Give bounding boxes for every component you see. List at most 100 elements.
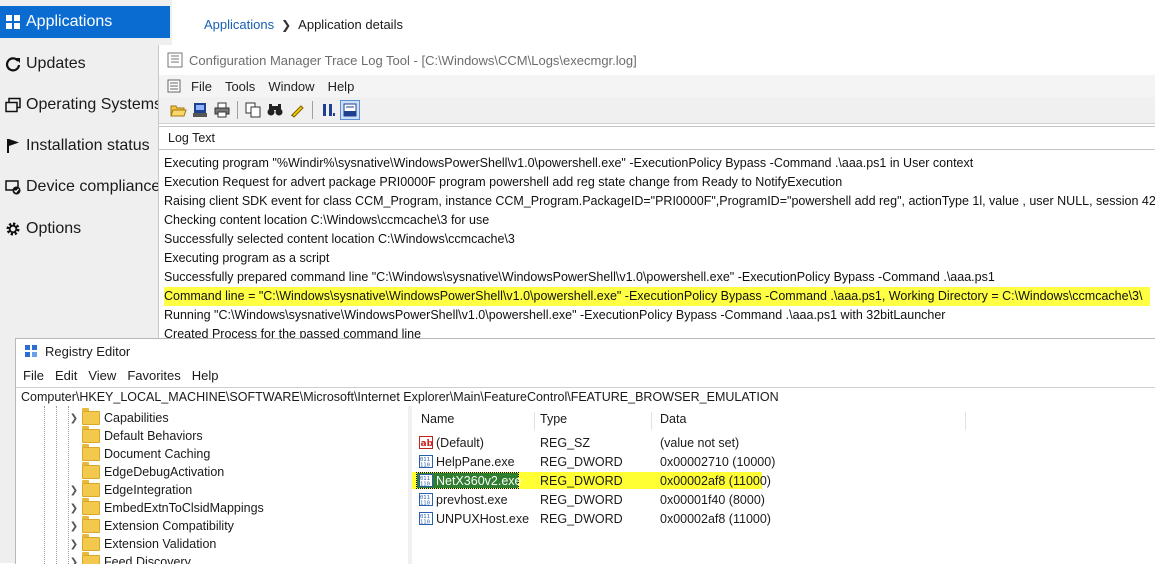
menu-edit[interactable]: Edit xyxy=(55,368,77,383)
cmtrace-menu-bar: File Tools Window Help xyxy=(159,75,1155,97)
chevron-right-icon[interactable]: ❯ xyxy=(68,503,80,514)
details-pane-icon[interactable] xyxy=(341,101,359,119)
print-preview-icon[interactable] xyxy=(191,101,209,119)
folder-icon xyxy=(82,501,100,515)
column-header-label: Log Text xyxy=(168,131,215,145)
tree-key-embedextntoclsidmappings[interactable]: ❯ EmbedExtnToClsidMappings xyxy=(68,499,264,517)
shield-check-icon xyxy=(5,179,21,195)
column-header-name[interactable]: Name xyxy=(421,412,529,430)
log-line[interactable]: Successfully prepared command line "C:\W… xyxy=(164,268,995,287)
chevron-right-icon: ❯ xyxy=(281,18,291,32)
nav-label: Updates xyxy=(26,55,86,73)
menu-window[interactable]: Window xyxy=(268,79,314,94)
tree-key-document-caching[interactable]: Document Caching xyxy=(68,445,210,463)
address-bar[interactable]: Computer\HKEY_LOCAL_MACHINE\SOFTWARE\Mic… xyxy=(16,387,1155,407)
registry-editor-window: Registry Editor File Edit View Favorites… xyxy=(15,338,1155,564)
nav-item-options[interactable]: Options xyxy=(0,213,81,245)
flag-icon xyxy=(5,138,21,154)
menu-help[interactable]: Help xyxy=(192,368,219,383)
value-type: REG_DWORD xyxy=(540,493,623,507)
tree-guide-line xyxy=(56,406,57,564)
tree-key-extension-validation[interactable]: ❯ Extension Validation xyxy=(68,535,216,553)
nav-item-applications[interactable]: Applications xyxy=(0,6,170,38)
registry-values-list[interactable]: Name Type Data ab (Default) REG_SZ (valu… xyxy=(412,406,1155,564)
registry-value-row[interactable]: 011110 UNPUXHost.exe REG_DWORD 0x00002af… xyxy=(412,510,1155,529)
menu-favorites[interactable]: Favorites xyxy=(127,368,180,383)
column-header-data[interactable]: Data xyxy=(660,412,960,430)
tree-key-edgedebugactivation[interactable]: EdgeDebugActivation xyxy=(68,463,224,481)
open-folder-icon[interactable] xyxy=(169,101,187,119)
chevron-right-icon[interactable]: ❯ xyxy=(68,539,80,550)
log-line-highlighted[interactable]: Command line = "C:\Windows\sysnative\Win… xyxy=(164,287,1150,306)
gear-icon xyxy=(5,221,21,237)
copy-icon[interactable] xyxy=(244,101,262,119)
menu-view[interactable]: View xyxy=(88,368,116,383)
folder-icon xyxy=(82,429,100,443)
registry-key-tree[interactable]: ❯ Capabilities Default Behaviors Documen… xyxy=(16,406,409,564)
highlight-icon[interactable] xyxy=(288,101,306,119)
registry-value-row[interactable]: 011110 HelpPane.exe REG_DWORD 0x00002710… xyxy=(412,453,1155,472)
tree-key-extension-compatibility[interactable]: ❯ Extension Compatibility xyxy=(68,517,234,535)
svg-text:110: 110 xyxy=(420,482,430,488)
tree-key-label: EmbedExtnToClsidMappings xyxy=(104,501,264,515)
value-name: UNPUXHost.exe xyxy=(436,512,529,526)
menu-help[interactable]: Help xyxy=(328,79,355,94)
value-data: (value not set) xyxy=(660,436,739,450)
breadcrumb-applications-link[interactable]: Applications xyxy=(204,17,274,32)
dword-value-icon: 011110 xyxy=(419,455,433,468)
find-icon[interactable] xyxy=(266,101,284,119)
log-line[interactable]: Executing program as a script xyxy=(164,249,329,268)
log-line[interactable]: Running "C:\Windows\sysnative\WindowsPow… xyxy=(164,306,945,325)
nav-item-operating-systems[interactable]: Operating Systems xyxy=(0,89,162,121)
menu-file[interactable]: File xyxy=(23,368,44,383)
log-text-pane[interactable]: Executing program "%Windir%\sysnative\Wi… xyxy=(159,149,1155,345)
tree-key-label: Capabilities xyxy=(104,411,169,425)
log-line[interactable]: Execution Request for advert package PRI… xyxy=(164,173,842,192)
cmtrace-title: Configuration Manager Trace Log Tool - [… xyxy=(189,53,637,68)
tree-key-feed-discovery[interactable]: ❯ Feed Discovery xyxy=(68,553,191,564)
log-line[interactable]: Executing program "%Windir%\sysnative\Wi… xyxy=(164,154,973,173)
tree-key-capabilities[interactable]: ❯ Capabilities xyxy=(68,409,169,427)
registry-value-row[interactable]: ab (Default) REG_SZ (value not set) xyxy=(412,434,1155,453)
tree-key-label: Extension Compatibility xyxy=(104,519,234,533)
nav-label: Options xyxy=(26,220,81,238)
folder-icon xyxy=(82,483,100,497)
folder-icon xyxy=(82,411,100,425)
registry-value-row[interactable]: 011110 prevhost.exe REG_DWORD 0x00001f40… xyxy=(412,491,1155,510)
log-text-column-header[interactable]: Log Text xyxy=(159,126,1155,150)
tree-key-edgeintegration[interactable]: ❯ EdgeIntegration xyxy=(68,481,192,499)
pause-icon[interactable] xyxy=(319,101,337,119)
log-line[interactable]: Successfully selected content location C… xyxy=(164,230,515,249)
value-data: 0x00002710 (10000) xyxy=(660,455,775,469)
refresh-icon xyxy=(5,56,21,72)
chevron-right-icon[interactable]: ❯ xyxy=(68,485,80,496)
cmtrace-toolbar xyxy=(159,97,1155,124)
regedit-title-bar[interactable]: Registry Editor xyxy=(16,339,1155,363)
tree-key-label: Document Caching xyxy=(104,447,210,461)
chevron-right-icon[interactable]: ❯ xyxy=(68,413,80,424)
chevron-right-icon[interactable]: ❯ xyxy=(68,521,80,532)
value-type: REG_DWORD xyxy=(540,512,623,526)
registry-value-row-selected[interactable]: 011110 NetX360v2.exe REG_DWORD 0x00002af… xyxy=(412,472,1155,491)
nav-item-device-compliance[interactable]: Device compliance xyxy=(0,171,160,203)
toolbar-separator xyxy=(312,101,313,119)
nav-label: Installation status xyxy=(26,137,150,155)
tree-key-label: Extension Validation xyxy=(104,537,216,551)
dword-value-icon: 011110 xyxy=(419,474,433,487)
menu-tools[interactable]: Tools xyxy=(225,79,255,94)
tree-key-label: Default Behaviors xyxy=(104,429,203,443)
breadcrumb: Applications ❯ Application details xyxy=(204,17,403,32)
tree-key-default-behaviors[interactable]: Default Behaviors xyxy=(68,427,203,445)
value-data: 0x00002af8 (11000) xyxy=(660,512,771,526)
column-header-type[interactable]: Type xyxy=(540,412,646,430)
menu-file[interactable]: File xyxy=(191,79,212,94)
nav-item-updates[interactable]: Updates xyxy=(0,48,86,80)
cmtrace-title-bar[interactable]: Configuration Manager Trace Log Tool - [… xyxy=(159,45,1155,75)
regedit-title: Registry Editor xyxy=(45,344,130,359)
log-line[interactable]: Raising client SDK event for class CCM_P… xyxy=(164,192,1155,211)
nav-item-installation-status[interactable]: Installation status xyxy=(0,130,150,162)
nav-label: Applications xyxy=(26,13,112,31)
print-icon[interactable] xyxy=(213,101,231,119)
log-line[interactable]: Checking content location C:\Windows\ccm… xyxy=(164,211,489,230)
tree-key-label: EdgeDebugActivation xyxy=(104,465,224,479)
